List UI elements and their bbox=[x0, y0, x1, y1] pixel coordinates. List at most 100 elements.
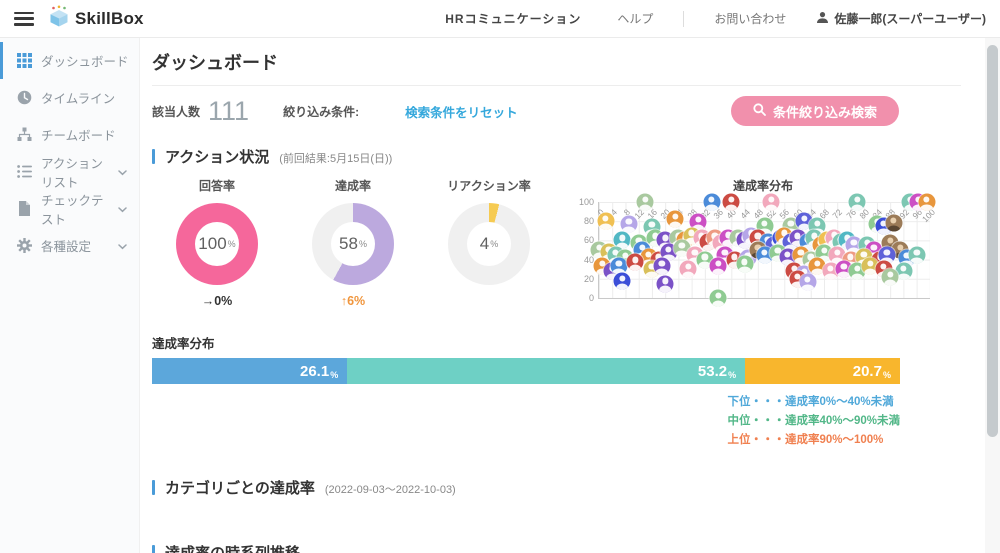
timeseries-title: 達成率の時系列推移 bbox=[165, 542, 300, 553]
sidebar-item-label: アクションリスト bbox=[41, 156, 103, 190]
sidebar-item-timeline[interactable]: タイムライン bbox=[0, 79, 139, 116]
clock-icon bbox=[16, 90, 32, 106]
scatter-plot-area[interactable]: 0204060801000481216202428323640444852566… bbox=[579, 193, 937, 307]
reset-search-link[interactable]: 検索条件をリセット bbox=[405, 102, 518, 121]
sidebar-item-label: チームボード bbox=[41, 129, 116, 143]
user-avatar-point[interactable] bbox=[881, 268, 899, 286]
sidebar-item-checktest[interactable]: チェックテスト bbox=[0, 190, 139, 227]
gear-icon bbox=[16, 238, 32, 254]
user-avatar-point[interactable] bbox=[885, 214, 903, 232]
team-icon bbox=[16, 127, 32, 143]
x-axis-tick: 44 bbox=[737, 207, 752, 221]
nav-hr-communication[interactable]: HRコミュニケーション bbox=[445, 10, 581, 27]
donut-reaction-rate: リアクション率 4% bbox=[436, 177, 542, 309]
user-avatar-point[interactable] bbox=[703, 193, 721, 211]
stacked-bar-chart: 26.1% 53.2% 20.7% bbox=[152, 358, 900, 384]
matching-count-value: 111 bbox=[208, 95, 250, 126]
user-avatar-point[interactable] bbox=[620, 215, 638, 233]
list-icon bbox=[16, 164, 32, 180]
y-axis-tick: 80 bbox=[583, 216, 594, 227]
scatter-title: 達成率分布 bbox=[732, 179, 793, 193]
chevron-down-icon[interactable] bbox=[118, 202, 127, 216]
charts-row: 回答率 100% →0% 達成率 58% ↑6% リアクション率 4 % 達成率… bbox=[152, 177, 961, 309]
grid-icon bbox=[16, 53, 32, 69]
achievement-distribution-bar-section: 達成率分布 26.1% 53.2% 20.7% 下位・・・達成率0%〜40%未満… bbox=[152, 333, 961, 447]
user-avatar-point[interactable] bbox=[613, 272, 631, 290]
header-divider bbox=[683, 10, 685, 27]
donut-chart[interactable]: 100% bbox=[176, 203, 258, 285]
user-avatar-point[interactable] bbox=[626, 253, 644, 271]
category-achievement-heading: カテゴリごとの達成率 (2022-09-03〜2022-10-03) bbox=[152, 477, 961, 498]
x-axis-tick: 72 bbox=[830, 207, 845, 221]
nav-contact[interactable]: お問い合わせ bbox=[714, 10, 786, 27]
donut-value: 100 bbox=[198, 234, 227, 253]
heading-accent-bar bbox=[152, 149, 155, 164]
y-axis-tick: 20 bbox=[583, 273, 594, 284]
legend-mid: 中位・・・達成率40%〜90%未満 bbox=[727, 415, 900, 427]
sidebar-item-label: タイムライン bbox=[41, 92, 116, 106]
donut-delta: ↑6% bbox=[340, 294, 366, 308]
vertical-scrollbar[interactable] bbox=[985, 38, 1000, 553]
donut-delta: →0% bbox=[201, 294, 233, 308]
sidebar-item-teamboard[interactable]: チームボード bbox=[0, 116, 139, 153]
user-avatar-point[interactable] bbox=[918, 193, 936, 211]
user-avatar-point[interactable] bbox=[762, 193, 780, 211]
stats-row: 該当人数 111 絞り込み条件: 検索条件をリセット 条件絞り込み検索 bbox=[152, 93, 961, 129]
donut-delta bbox=[436, 294, 542, 309]
user-avatar-point[interactable] bbox=[653, 257, 671, 275]
timeseries-heading: 達成率の時系列推移 bbox=[152, 542, 961, 553]
donut-response-rate: 回答率 100% →0% bbox=[164, 177, 270, 309]
user-avatar-point[interactable] bbox=[799, 273, 817, 291]
bar-legend: 下位・・・達成率0%〜40%未満 中位・・・達成率40%〜90%未満 上位・・・… bbox=[152, 393, 900, 447]
donut-chart[interactable]: 58% bbox=[312, 203, 394, 285]
donut-chart[interactable]: 4% bbox=[448, 203, 530, 285]
user-avatar-point[interactable] bbox=[597, 212, 615, 230]
app-logo[interactable]: SkillBox bbox=[48, 5, 144, 32]
action-status-subtitle: (前回結果:5月15日(日)) bbox=[279, 152, 393, 165]
sidebar-item-actionlist[interactable]: アクションリスト bbox=[0, 153, 139, 190]
hamburger-menu-icon[interactable] bbox=[14, 11, 34, 26]
document-icon bbox=[16, 201, 32, 217]
page-title: ダッシュボード bbox=[152, 38, 961, 86]
user-avatar-point[interactable] bbox=[679, 260, 697, 278]
sidebar-item-dashboard[interactable]: ダッシュボード bbox=[0, 42, 139, 79]
action-status-title: アクション状況 bbox=[165, 149, 270, 166]
nav-help[interactable]: ヘルプ bbox=[617, 10, 653, 27]
user-avatar-point[interactable] bbox=[736, 255, 754, 273]
bar-segment-high[interactable]: 20.7% bbox=[745, 358, 900, 384]
action-status-heading: アクション状況 (前回結果:5月15日(日)) bbox=[152, 146, 961, 167]
heading-accent-bar bbox=[152, 545, 155, 553]
user-avatar-point[interactable] bbox=[709, 289, 727, 307]
user-avatar-point[interactable] bbox=[666, 210, 684, 228]
user-icon bbox=[816, 11, 829, 27]
chevron-down-icon[interactable] bbox=[118, 239, 127, 253]
arrow-right-icon: → bbox=[201, 294, 215, 308]
filter-search-button[interactable]: 条件絞り込み検索 bbox=[730, 96, 899, 126]
legend-high: 上位・・・達成率90%〜100% bbox=[727, 434, 884, 446]
bar-segment-low[interactable]: 26.1% bbox=[152, 358, 348, 384]
scrollbar-thumb[interactable] bbox=[987, 45, 998, 437]
donut-value: 58 bbox=[339, 234, 358, 253]
achievement-distribution-scatter: 達成率分布 0204060801000481216202428323640444… bbox=[568, 177, 961, 309]
user-avatar-point[interactable] bbox=[908, 246, 926, 264]
category-achievement-title: カテゴリごとの達成率 bbox=[165, 480, 315, 497]
user-avatar-point[interactable] bbox=[656, 275, 674, 293]
y-axis-tick: 0 bbox=[588, 293, 594, 303]
sidebar-item-settings[interactable]: 各種設定 bbox=[0, 227, 139, 264]
category-achievement-daterange: (2022-09-03〜2022-10-03) bbox=[324, 483, 456, 496]
user-avatar-point[interactable] bbox=[848, 193, 866, 211]
sidebar-item-label: 各種設定 bbox=[41, 240, 92, 254]
sidebar-item-label: チェックテスト bbox=[41, 193, 104, 227]
user-avatar-point[interactable] bbox=[636, 193, 654, 211]
bar-segment-mid[interactable]: 53.2% bbox=[347, 358, 746, 384]
filter-conditions-label: 絞り込み条件: bbox=[283, 104, 360, 119]
logo-cube-icon bbox=[48, 5, 70, 32]
heading-accent-bar bbox=[152, 480, 155, 495]
matching-count-label: 該当人数 bbox=[152, 104, 201, 119]
chevron-down-icon[interactable] bbox=[118, 165, 127, 179]
donut-value: 4 bbox=[479, 234, 490, 253]
user-menu[interactable]: 佐藤一郎(スーパーユーザー) bbox=[816, 10, 986, 27]
user-avatar-point[interactable] bbox=[709, 257, 727, 275]
user-name: 佐藤一郎(スーパーユーザー) bbox=[834, 12, 986, 26]
user-avatar-point[interactable] bbox=[722, 193, 740, 211]
